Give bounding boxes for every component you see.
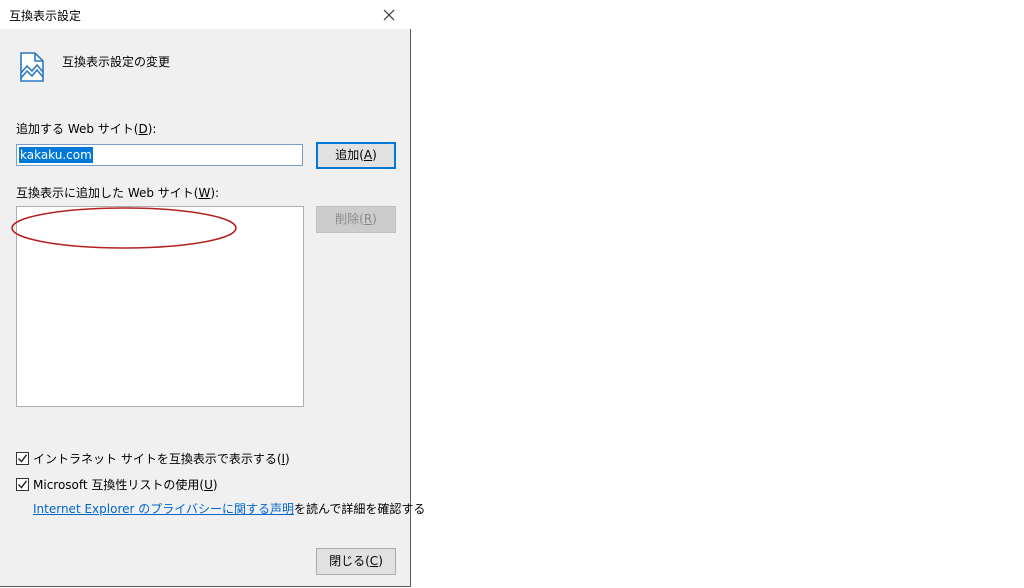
privacy-statement: Internet Explorer のプライバシーに関する声明を読んで詳細を確認… bbox=[33, 500, 425, 517]
privacy-link[interactable]: Internet Explorer のプライバシーに関する声明 bbox=[33, 502, 294, 516]
add-site-label: 追加する Web サイト(D): bbox=[16, 122, 157, 136]
add-button[interactable]: 追加(A) bbox=[316, 142, 396, 169]
annotation-oval bbox=[11, 207, 237, 249]
title-bar: 互換表示設定 bbox=[0, 0, 411, 29]
ms-compat-list-option[interactable]: Microsoft 互換性リストの使用(U) bbox=[16, 476, 218, 493]
close-icon[interactable] bbox=[367, 0, 411, 29]
header-text: 互換表示設定の変更 bbox=[62, 55, 171, 69]
ms-compat-list-checkbox[interactable] bbox=[16, 478, 29, 491]
window-title: 互換表示設定 bbox=[9, 9, 82, 23]
close-button[interactable]: 閉じる(C) bbox=[316, 548, 396, 575]
site-list-label: 互換表示に追加した Web サイト(W): bbox=[16, 186, 220, 200]
intranet-option-label: イントラネット サイトを互換表示で表示する(I) bbox=[33, 452, 290, 466]
add-site-input[interactable]: kakaku.com bbox=[16, 144, 303, 166]
intranet-checkbox[interactable] bbox=[16, 452, 29, 465]
page-compatibility-icon bbox=[19, 52, 45, 82]
add-site-input-value: kakaku.com bbox=[19, 147, 93, 163]
intranet-option[interactable]: イントラネット サイトを互換表示で表示する(I) bbox=[16, 450, 290, 467]
ms-compat-list-label: Microsoft 互換性リストの使用(U) bbox=[33, 478, 218, 492]
remove-button[interactable]: 削除(R) bbox=[316, 206, 396, 233]
privacy-rest-text: を読んで詳細を確認する bbox=[294, 502, 426, 516]
compatibility-view-dialog: 互換表示設定 互換表示設定の変更 追加する Web サイト(D): kakaku… bbox=[0, 0, 425, 587]
